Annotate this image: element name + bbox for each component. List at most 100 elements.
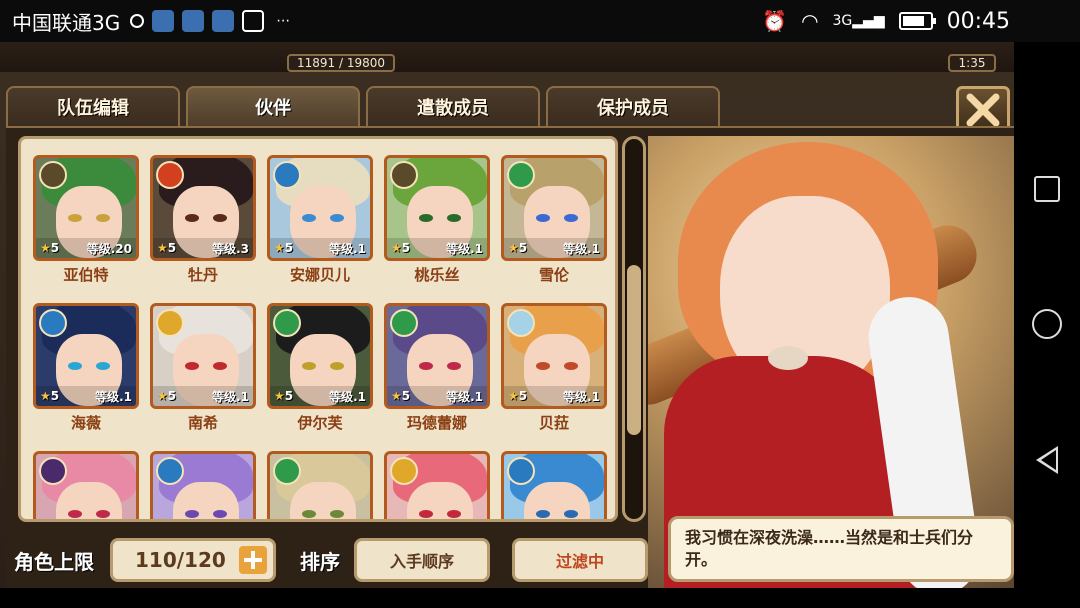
app-notification-icon <box>212 10 235 32</box>
star-group: ★5 <box>391 241 410 255</box>
portrait-eye <box>302 510 316 518</box>
character-card[interactable]: ★5 等级.1 海薇 <box>31 303 141 437</box>
character-level: 等级.20 <box>86 241 132 256</box>
element-icon <box>39 309 67 337</box>
character-portrait[interactable]: ★5 等级.1 <box>33 303 139 409</box>
character-portrait[interactable] <box>501 451 607 519</box>
battery-icon <box>898 12 936 30</box>
scrollbar-thumb[interactable] <box>627 265 641 435</box>
star-rating: 5 <box>50 389 60 403</box>
portrait-eye <box>68 214 82 222</box>
star-icon: ★ <box>274 241 285 255</box>
character-portrait[interactable]: ★5 等级.1 <box>384 303 490 409</box>
element-icon <box>273 161 301 189</box>
portrait-eye <box>213 362 227 370</box>
portrait-eye <box>185 510 199 518</box>
character-card[interactable] <box>31 451 141 519</box>
star-icon: ★ <box>40 241 51 255</box>
expand-limit-plus-icon[interactable] <box>239 546 267 574</box>
carrier-label: 中国联通3G <box>12 10 121 35</box>
star-group: ★5 <box>157 241 176 255</box>
portrait-face <box>407 482 473 519</box>
sort-order-button[interactable]: 入手顺序 <box>354 538 490 582</box>
character-portrait[interactable]: ★5 等级.3 <box>150 155 256 261</box>
character-card[interactable]: ★5 等级.1 贝菈 <box>499 303 609 437</box>
stamina-timer: 1:35 <box>948 54 996 72</box>
character-portrait[interactable]: ★5 等级.1 <box>384 155 490 261</box>
character-card[interactable]: ★5 等级.1 雪伦 <box>499 155 609 289</box>
star-group: ★5 <box>40 389 59 403</box>
star-icon: ★ <box>508 389 519 403</box>
character-card[interactable] <box>499 451 609 519</box>
character-level: 等级.1 <box>212 389 249 404</box>
portrait-eye <box>96 214 110 222</box>
star-rating: 5 <box>518 241 528 255</box>
star-icon: ★ <box>274 389 285 403</box>
tab-dismiss-members[interactable]: 遣散成员 <box>366 86 540 126</box>
character-stats: ★5 等级.1 <box>504 386 604 406</box>
element-icon <box>156 161 184 189</box>
element-icon <box>507 161 535 189</box>
alarm-icon: ⏰ <box>762 9 788 33</box>
star-icon: ★ <box>157 389 168 403</box>
character-card[interactable] <box>265 451 375 519</box>
network-type: 3G <box>832 13 853 29</box>
image-icon <box>242 10 265 32</box>
character-portrait[interactable] <box>384 451 490 519</box>
character-card[interactable]: ★5 等级.1 南希 <box>148 303 258 437</box>
tab-team-edit[interactable]: 队伍编辑 <box>6 86 180 126</box>
character-level: 等级.1 <box>446 389 483 404</box>
recent-apps-icon[interactable] <box>1034 175 1060 202</box>
portrait-face <box>290 482 356 519</box>
character-portrait[interactable]: ★5 等级.1 <box>501 155 607 261</box>
portrait-eye <box>536 362 550 370</box>
home-icon[interactable] <box>1032 308 1062 339</box>
exp-display: 11891 / 19800 <box>287 54 395 72</box>
character-name: 桃乐丝 <box>414 266 460 284</box>
character-limit-value: 110/120 <box>135 548 226 572</box>
filter-button[interactable]: 过滤中 <box>512 538 648 582</box>
character-portrait[interactable] <box>150 451 256 519</box>
character-card[interactable]: ★5 等级.3 牡丹 <box>148 155 258 289</box>
status-bar: 中国联通3G ⋯ ⏰ ◠ 3G▂▄▆ 00:45 <box>0 0 1080 42</box>
tab-partners[interactable]: 伙伴 <box>186 86 360 126</box>
character-portrait[interactable] <box>33 451 139 519</box>
star-group: ★5 <box>508 241 527 255</box>
portrait-eye <box>302 214 316 222</box>
star-rating: 5 <box>518 389 528 403</box>
back-icon[interactable] <box>1036 446 1058 475</box>
character-name: 伊尔芙 <box>297 414 343 432</box>
scrollbar[interactable] <box>622 136 646 522</box>
character-name: 贝菈 <box>538 414 569 432</box>
portrait-eye <box>302 362 316 370</box>
star-group: ★5 <box>274 389 293 403</box>
character-level: 等级.1 <box>563 389 600 404</box>
tab-protect-members[interactable]: 保护成员 <box>546 86 720 126</box>
character-level: 等级.3 <box>212 241 249 256</box>
character-portrait[interactable] <box>267 451 373 519</box>
character-portrait[interactable]: ★5 等级.1 <box>150 303 256 409</box>
character-portrait[interactable]: ★5 等级.1 <box>501 303 607 409</box>
android-nav-bar <box>1014 42 1080 608</box>
character-name: 雪伦 <box>538 266 569 284</box>
character-bow <box>768 346 808 370</box>
character-portrait[interactable]: ★5 等级.20 <box>33 155 139 261</box>
character-card[interactable]: ★5 等级.1 安娜贝儿 <box>265 155 375 289</box>
character-name: 南希 <box>187 414 218 432</box>
character-card[interactable]: ★5 等级.1 玛德蕾娜 <box>382 303 492 437</box>
character-card[interactable] <box>148 451 258 519</box>
portrait-eye <box>447 510 461 518</box>
element-icon <box>39 457 67 485</box>
character-portrait[interactable]: ★5 等级.1 <box>267 303 373 409</box>
top-info-bar <box>0 42 1014 72</box>
character-card[interactable]: ★5 等级.1 伊尔芙 <box>265 303 375 437</box>
character-card[interactable] <box>382 451 492 519</box>
character-level: 等级.1 <box>95 389 132 404</box>
character-card[interactable]: ★5 等级.20 亚伯特 <box>31 155 141 289</box>
star-group: ★5 <box>40 241 59 255</box>
character-stats: ★5 等级.1 <box>387 386 487 406</box>
character-portrait[interactable]: ★5 等级.1 <box>267 155 373 261</box>
character-grid-panel: ★5 等级.20 亚伯特 ★5 等级.3 牡丹 ★5 等级.1 安娜贝儿 ★5 等级.1 桃乐丝 ★5 等… <box>18 136 618 522</box>
character-card[interactable]: ★5 等级.1 桃乐丝 <box>382 155 492 289</box>
portrait-eye <box>564 510 578 518</box>
